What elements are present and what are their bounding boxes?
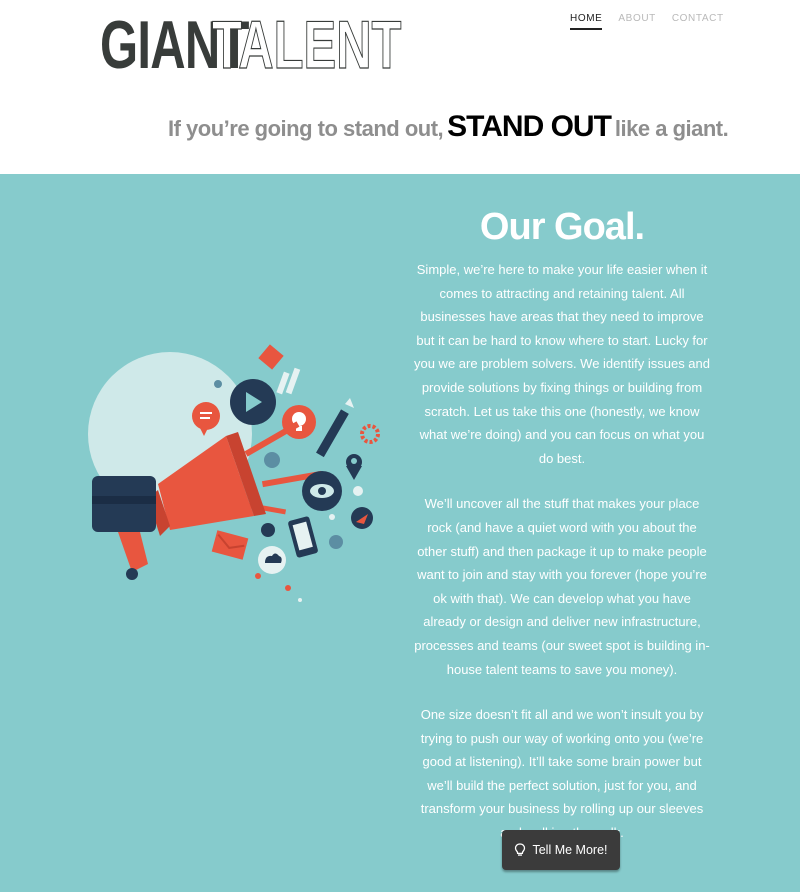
tagline: If you’re going to stand out, STAND OUT … <box>168 110 729 144</box>
goal-paragraph-3: One size doesn’t fit all and we won’t in… <box>420 707 704 840</box>
giant-talent-logo[interactable]: GIANT TALENT <box>100 10 402 79</box>
nav-contact-link[interactable]: CONTACT <box>672 13 724 30</box>
logo-outline-text: TALENT <box>212 7 402 83</box>
goal-content: Our Goal. Simple, we’re here to make you… <box>412 204 712 867</box>
tagline-after: like a giant. <box>614 116 729 141</box>
tagline-before: If you’re going to stand out, <box>168 116 444 141</box>
megaphone-illustration <box>88 344 380 602</box>
main-nav: HOME ABOUT CONTACT <box>570 13 724 30</box>
goal-title: Our Goal. <box>479 206 645 248</box>
lightbulb-icon <box>515 843 526 856</box>
goal-paragraph-1: Simple, we’re here to make your life eas… <box>413 262 710 466</box>
tell-me-more-label: Tell Me More! <box>532 843 608 857</box>
tagline-emphasis: STAND OUT <box>447 110 612 143</box>
nav-home-link[interactable]: HOME <box>570 13 603 30</box>
site-header: GIANT TALENT HOME ABOUT CONTACT If you’r… <box>0 0 800 174</box>
goal-paragraph-2: We’ll uncover all the stuff that makes y… <box>414 496 710 677</box>
tell-me-more-button[interactable]: Tell Me More! <box>502 830 620 870</box>
nav-about-link[interactable]: ABOUT <box>618 13 655 30</box>
